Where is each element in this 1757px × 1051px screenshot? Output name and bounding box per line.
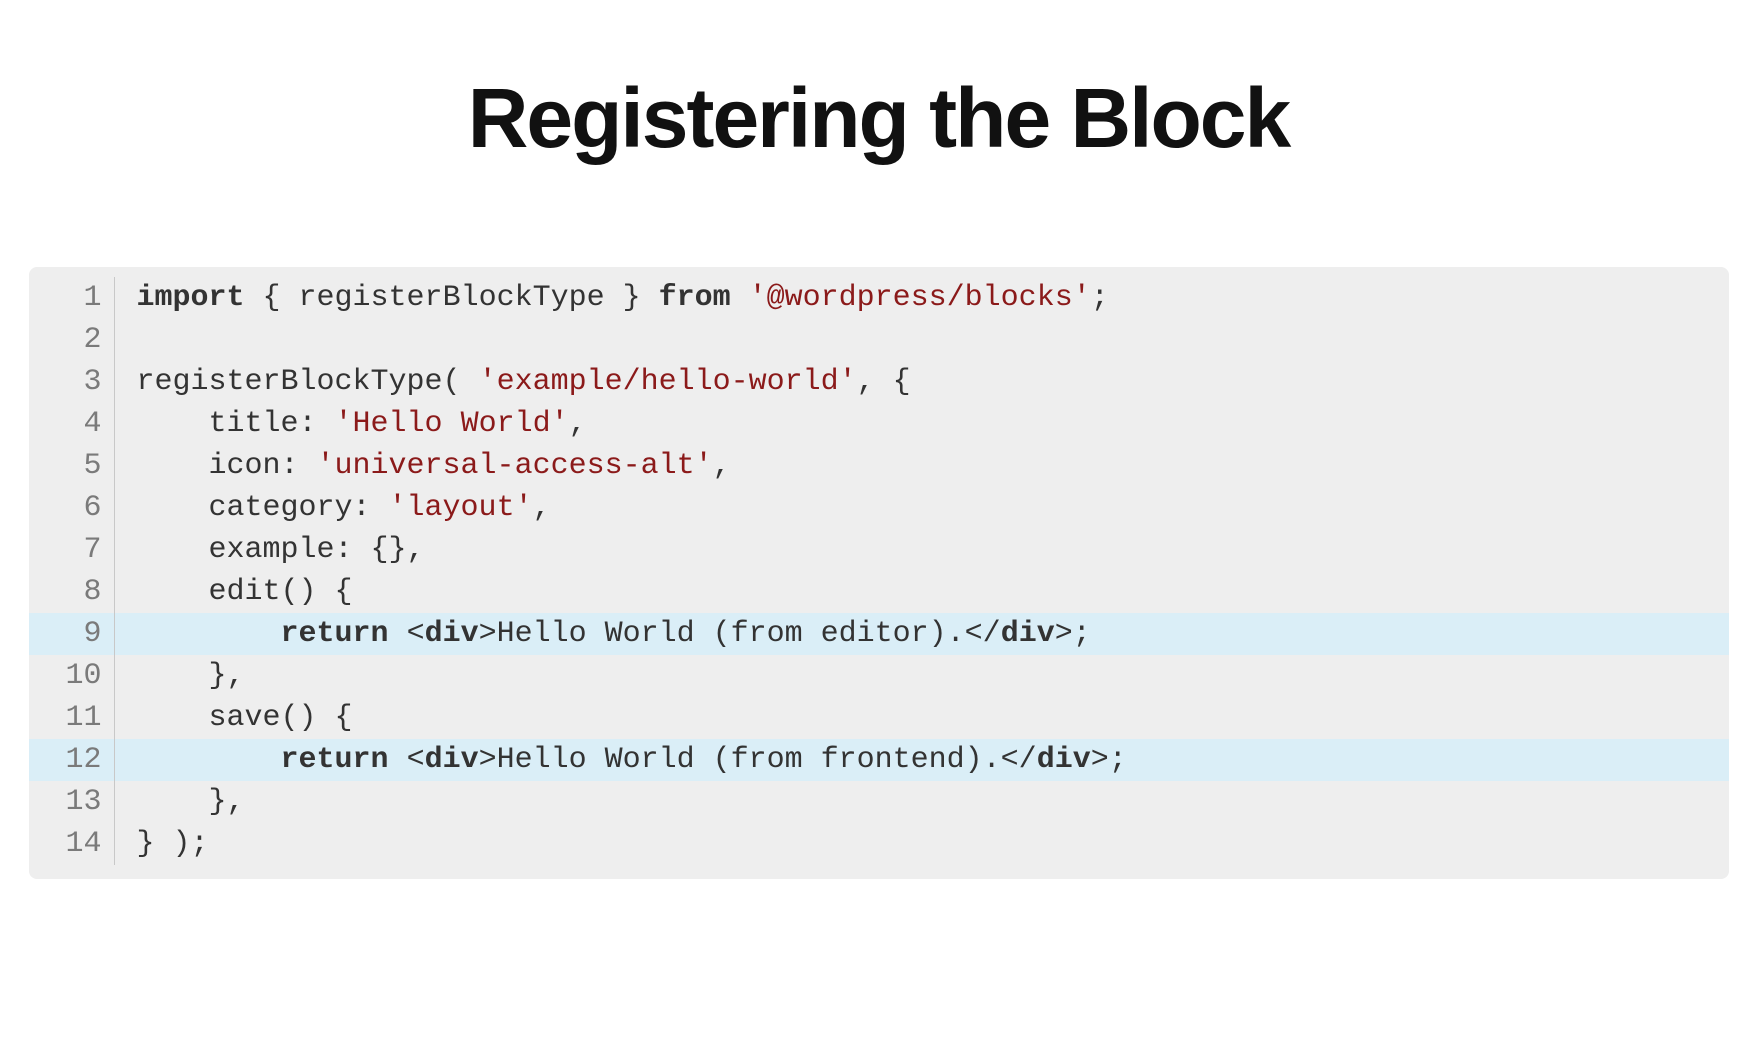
code-line: 8 edit() { xyxy=(29,571,1729,613)
slide-title: Registering the Block xyxy=(468,70,1290,167)
line-number: 11 xyxy=(29,697,115,739)
code-content xyxy=(115,319,1729,361)
code-line: 5 icon: 'universal-access-alt', xyxy=(29,445,1729,487)
line-number: 10 xyxy=(29,655,115,697)
code-line: 9 return <div>Hello World (from editor).… xyxy=(29,613,1729,655)
code-line: 4 title: 'Hello World', xyxy=(29,403,1729,445)
code-content: category: 'layout', xyxy=(115,487,1729,529)
code-line: 3registerBlockType( 'example/hello-world… xyxy=(29,361,1729,403)
code-line: 13 }, xyxy=(29,781,1729,823)
line-number: 12 xyxy=(29,739,115,781)
line-number: 6 xyxy=(29,487,115,529)
line-number: 9 xyxy=(29,613,115,655)
code-line: 10 }, xyxy=(29,655,1729,697)
code-content: registerBlockType( 'example/hello-world'… xyxy=(115,361,1729,403)
line-number: 2 xyxy=(29,319,115,361)
line-number: 3 xyxy=(29,361,115,403)
code-content: save() { xyxy=(115,697,1729,739)
code-content: return <div>Hello World (from editor).</… xyxy=(115,613,1729,655)
line-number: 5 xyxy=(29,445,115,487)
code-line: 1import { registerBlockType } from '@wor… xyxy=(29,277,1729,319)
code-content: }, xyxy=(115,655,1729,697)
line-number: 4 xyxy=(29,403,115,445)
code-line: 6 category: 'layout', xyxy=(29,487,1729,529)
code-content: }, xyxy=(115,781,1729,823)
code-content: example: {}, xyxy=(115,529,1729,571)
code-content: icon: 'universal-access-alt', xyxy=(115,445,1729,487)
line-number: 8 xyxy=(29,571,115,613)
code-line: 2 xyxy=(29,319,1729,361)
code-content: return <div>Hello World (from frontend).… xyxy=(115,739,1729,781)
line-number: 1 xyxy=(29,277,115,319)
code-content: } ); xyxy=(115,823,1729,865)
code-line: 12 return <div>Hello World (from fronten… xyxy=(29,739,1729,781)
code-line: 14} ); xyxy=(29,823,1729,865)
code-line: 7 example: {}, xyxy=(29,529,1729,571)
line-number: 13 xyxy=(29,781,115,823)
line-number: 14 xyxy=(29,823,115,865)
code-content: title: 'Hello World', xyxy=(115,403,1729,445)
code-block: 1import { registerBlockType } from '@wor… xyxy=(29,267,1729,879)
line-number: 7 xyxy=(29,529,115,571)
slide: Registering the Block 1import { register… xyxy=(0,0,1757,1051)
code-content: edit() { xyxy=(115,571,1729,613)
code-line: 11 save() { xyxy=(29,697,1729,739)
code-content: import { registerBlockType } from '@word… xyxy=(115,277,1729,319)
